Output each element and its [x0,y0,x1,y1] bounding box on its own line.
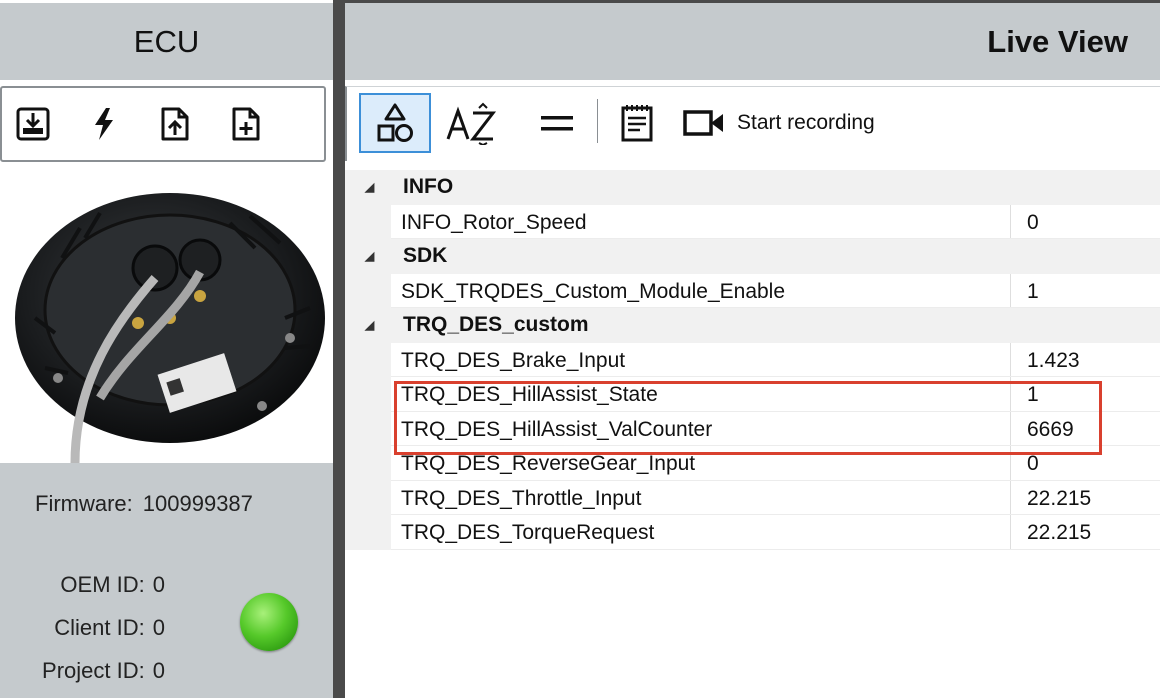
collapse-arrow-icon[interactable]: ◢ [365,318,374,332]
highlight-box [394,381,1102,455]
property-value: 1 [1027,279,1039,303]
category-row-trq-des-custom[interactable]: ◢ TRQ_DES_custom [345,308,1160,343]
client-id-value: 0 [152,615,165,640]
category-name: SDK [403,244,448,267]
toolbar-separator [597,99,598,143]
property-value: 0 [1027,210,1039,234]
category-row-sdk[interactable]: ◢ SDK [345,239,1160,274]
oem-id: OEM ID: 0 [0,563,165,606]
start-recording-label: Start recording [737,111,875,134]
notes-icon [621,105,653,142]
property-name: TRQ_DES_ReverseGear_Input [401,452,696,475]
start-recording-button[interactable]: Start recording [683,93,943,153]
status-led [240,593,298,651]
ecu-panel-title: ECU [133,23,200,59]
property-value: 22.215 [1027,486,1092,510]
live-view-property-grid: ◢ INFO INFO_Rotor_Speed 0 ◢ SDK SDK_TRQD… [345,170,1160,550]
download-box-button[interactable] [14,105,52,143]
live-view-title: Live View [987,24,1128,59]
equal-icon [541,116,573,131]
upload-file-button[interactable] [156,105,194,143]
property-name: SDK_TRQDES_Custom_Module_Enable [401,279,786,303]
download-box-icon [16,107,50,141]
sort-alphabetical-icon [446,102,497,145]
collapse-arrow-icon[interactable]: ◢ [365,180,374,194]
category-row-info[interactable]: ◢ INFO [345,170,1160,205]
file-upload-icon [161,107,189,141]
property-row[interactable]: SDK_TRQDES_Custom_Module_Enable 1 [345,273,1160,308]
firmware-label: Firmware: [35,491,133,516]
oem-id-label: OEM ID: [60,572,145,597]
property-row[interactable]: INFO_Rotor_Speed 0 [345,204,1160,239]
property-row[interactable]: TRQ_DES_Brake_Input 1.423 [345,342,1160,377]
property-row[interactable]: TRQ_DES_TorqueRequest 22.215 [345,515,1160,550]
property-value: 1.423 [1027,348,1080,372]
client-id-label: Client ID: [54,615,145,640]
panel-splitter[interactable] [333,0,345,698]
ecu-device-image [0,168,333,463]
property-value: 0 [1027,452,1039,475]
sort-alphabetical-button[interactable] [443,93,503,153]
firmware-info: Firmware: 100999387 [35,491,253,517]
property-name: TRQ_DES_TorqueRequest [401,521,655,544]
project-id-label: Project ID: [42,658,145,683]
live-view-header: Live View [345,3,1160,80]
file-add-icon [232,107,260,141]
notes-button[interactable] [615,93,659,153]
property-name: TRQ_DES_Throttle_Input [401,486,642,510]
property-row[interactable]: TRQ_DES_Throttle_Input 22.215 [345,480,1160,515]
sort-categorized-icon [377,103,413,142]
flash-button[interactable] [85,105,123,143]
add-file-button[interactable] [227,105,265,143]
oem-id-value: 0 [152,572,165,597]
project-id: Project ID: 0 [0,649,165,692]
ecu-info-panel: Firmware: 100999387 OEM ID: 0 Client ID: 0 … [0,463,333,698]
property-name: INFO_Rotor_Speed [401,210,587,234]
collapse-arrow-icon[interactable]: ◢ [365,249,374,263]
video-camera-icon [683,110,723,136]
equal-button[interactable] [535,93,579,153]
firmware-value: 100999387 [142,491,253,516]
ecu-toolbar [0,86,326,162]
sort-categorized-button[interactable] [359,93,431,153]
property-value: 22.215 [1027,521,1092,544]
property-name: TRQ_DES_Brake_Input [401,348,626,372]
category-name: TRQ_DES_custom [403,313,589,336]
category-name: INFO [403,175,454,198]
project-id-value: 0 [152,658,165,683]
id-list: OEM ID: 0 Client ID: 0 Project ID: 0 [0,563,165,692]
flash-icon [95,108,113,140]
ecu-panel-header: ECU [0,3,333,80]
ecu-panel: ECU Firmware: 100999387 OEM ID: 0 Client… [0,0,333,698]
client-id: Client ID: 0 [0,606,165,649]
live-view-toolbar: Start recording [345,86,1160,161]
